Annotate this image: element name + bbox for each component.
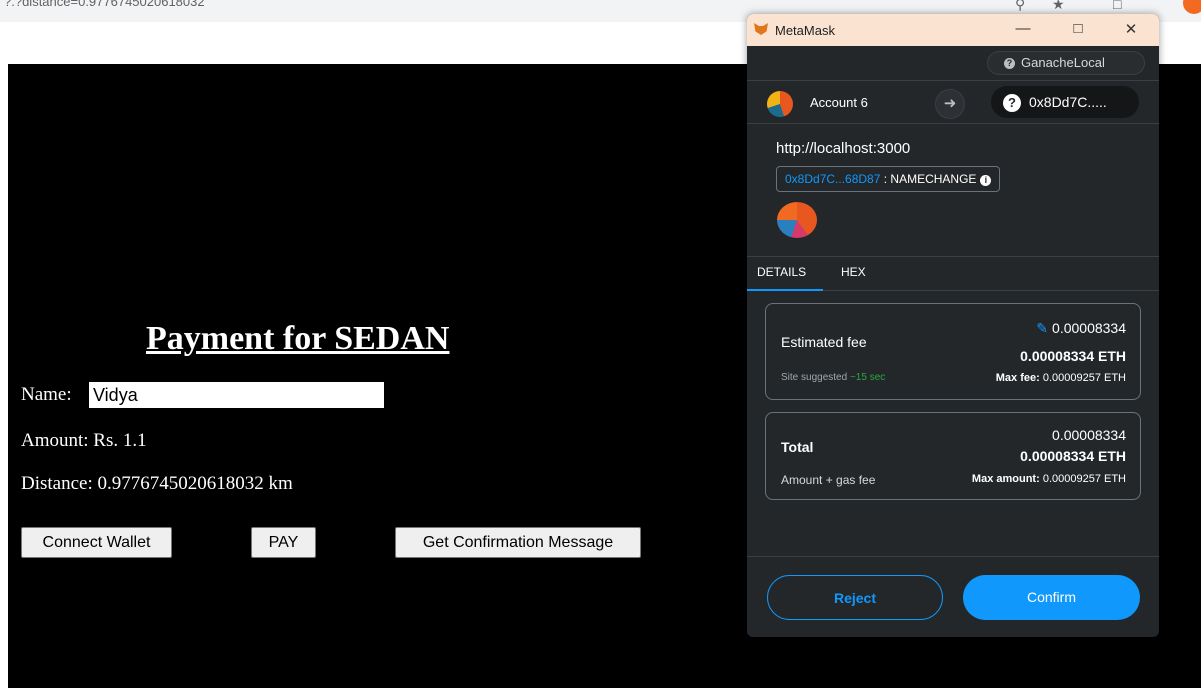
site-suggested-text: Site suggested (781, 372, 848, 383)
edit-icon[interactable]: ✎ (1036, 320, 1048, 336)
account-name[interactable]: Account 6 (810, 95, 868, 110)
contract-address[interactable]: 0x8Dd7C...68D87 (785, 172, 880, 186)
amount-gas-label: Amount + gas fee (781, 473, 876, 487)
distance-text: Distance: 0.9776745020618032 km (21, 473, 293, 494)
arrow-right-icon: ➜ (935, 89, 965, 119)
tab-details[interactable]: DETAILS (757, 265, 806, 279)
max-amount-value: 0.00009257 ETH (1042, 473, 1126, 485)
zoom-icon[interactable]: ⚲ (1015, 0, 1025, 13)
total-card: Total 0.00008334 0.00008334 ETH Amount +… (765, 412, 1141, 500)
help-icon: ? (1004, 58, 1015, 70)
amount-text: Amount: Rs. 1.1 (21, 430, 147, 451)
fee-value-small: ✎ 0.00008334 (1036, 320, 1126, 337)
estimated-fee-card: Estimated fee ✎ 0.00008334 0.00008334 ETH… (765, 303, 1141, 400)
metamask-titlebar[interactable]: MetaMask — □ ✕ (747, 14, 1159, 46)
question-icon: ? (1003, 94, 1021, 113)
account-row: Account 6 ➜ ? 0x8Dd7C..... (747, 80, 1159, 124)
max-fee-value: 0.00009257 ETH (1042, 372, 1126, 384)
metamask-fox-icon (754, 23, 768, 35)
network-name: GanacheLocal (1021, 55, 1105, 70)
get-confirmation-button[interactable]: Get Confirmation Message (395, 527, 641, 558)
account-avatar (767, 91, 793, 117)
max-amount-label: Max amount: (971, 473, 1040, 485)
fee-value-bold: 0.00008334 ETH (1020, 348, 1126, 364)
pay-button[interactable]: PAY (251, 527, 316, 558)
total-label: Total (781, 439, 814, 455)
site-suggested-label: Site suggested ~15 sec (781, 372, 885, 383)
page-title: Payment for SEDAN (146, 320, 450, 357)
recipient-address: 0x8Dd7C..... (1029, 94, 1107, 110)
contract-avatar (777, 202, 817, 238)
fee-time: ~15 sec (849, 372, 886, 383)
window-icon[interactable]: □ (1113, 0, 1121, 12)
estimated-fee-label: Estimated fee (781, 334, 867, 350)
network-selector[interactable]: ? GanacheLocal (987, 51, 1145, 75)
total-value-small: 0.00008334 (1052, 427, 1126, 443)
contract-method-badge[interactable]: 0x8Dd7C...68D87 : NAMECHANGE i (776, 166, 1001, 192)
window-title: MetaMask (775, 23, 835, 38)
maximize-icon[interactable]: □ (1068, 20, 1088, 37)
total-value-bold: 0.00008334 ETH (1020, 448, 1126, 464)
origin-url: http://localhost:3000 (776, 140, 911, 157)
max-amount: Max amount: 0.00009257 ETH (972, 473, 1126, 485)
name-input[interactable] (89, 382, 384, 408)
info-icon[interactable]: i (980, 175, 992, 186)
max-fee: Max fee: 0.00009257 ETH (996, 372, 1126, 384)
contract-function: : NAMECHANGE (883, 172, 977, 186)
connect-wallet-button[interactable]: Connect Wallet (21, 527, 172, 558)
max-fee-label: Max fee: (995, 372, 1040, 384)
footer-divider (747, 556, 1159, 557)
tab-hex[interactable]: HEX (841, 265, 866, 279)
name-label: Name: (21, 384, 72, 405)
fee-value-small-text: 0.00008334 (1052, 320, 1126, 336)
confirm-button[interactable]: Confirm (963, 575, 1140, 620)
recipient-pill[interactable]: ? 0x8Dd7C..... (991, 86, 1139, 118)
active-tab-indicator (747, 289, 823, 291)
tab-bar: DETAILS HEX (747, 256, 1159, 291)
profile-avatar[interactable] (1183, 0, 1201, 14)
bookmark-icon[interactable]: ★ (1052, 0, 1065, 13)
address-url[interactable]: ?.?distance=0.9776745020618032 (4, 0, 205, 9)
reject-button[interactable]: Reject (767, 575, 943, 620)
minimize-icon[interactable]: — (1013, 20, 1033, 37)
metamask-window: MetaMask — □ ✕ ? GanacheLocal Account 6 ➜… (747, 14, 1159, 637)
close-icon[interactable]: ✕ (1121, 20, 1141, 38)
